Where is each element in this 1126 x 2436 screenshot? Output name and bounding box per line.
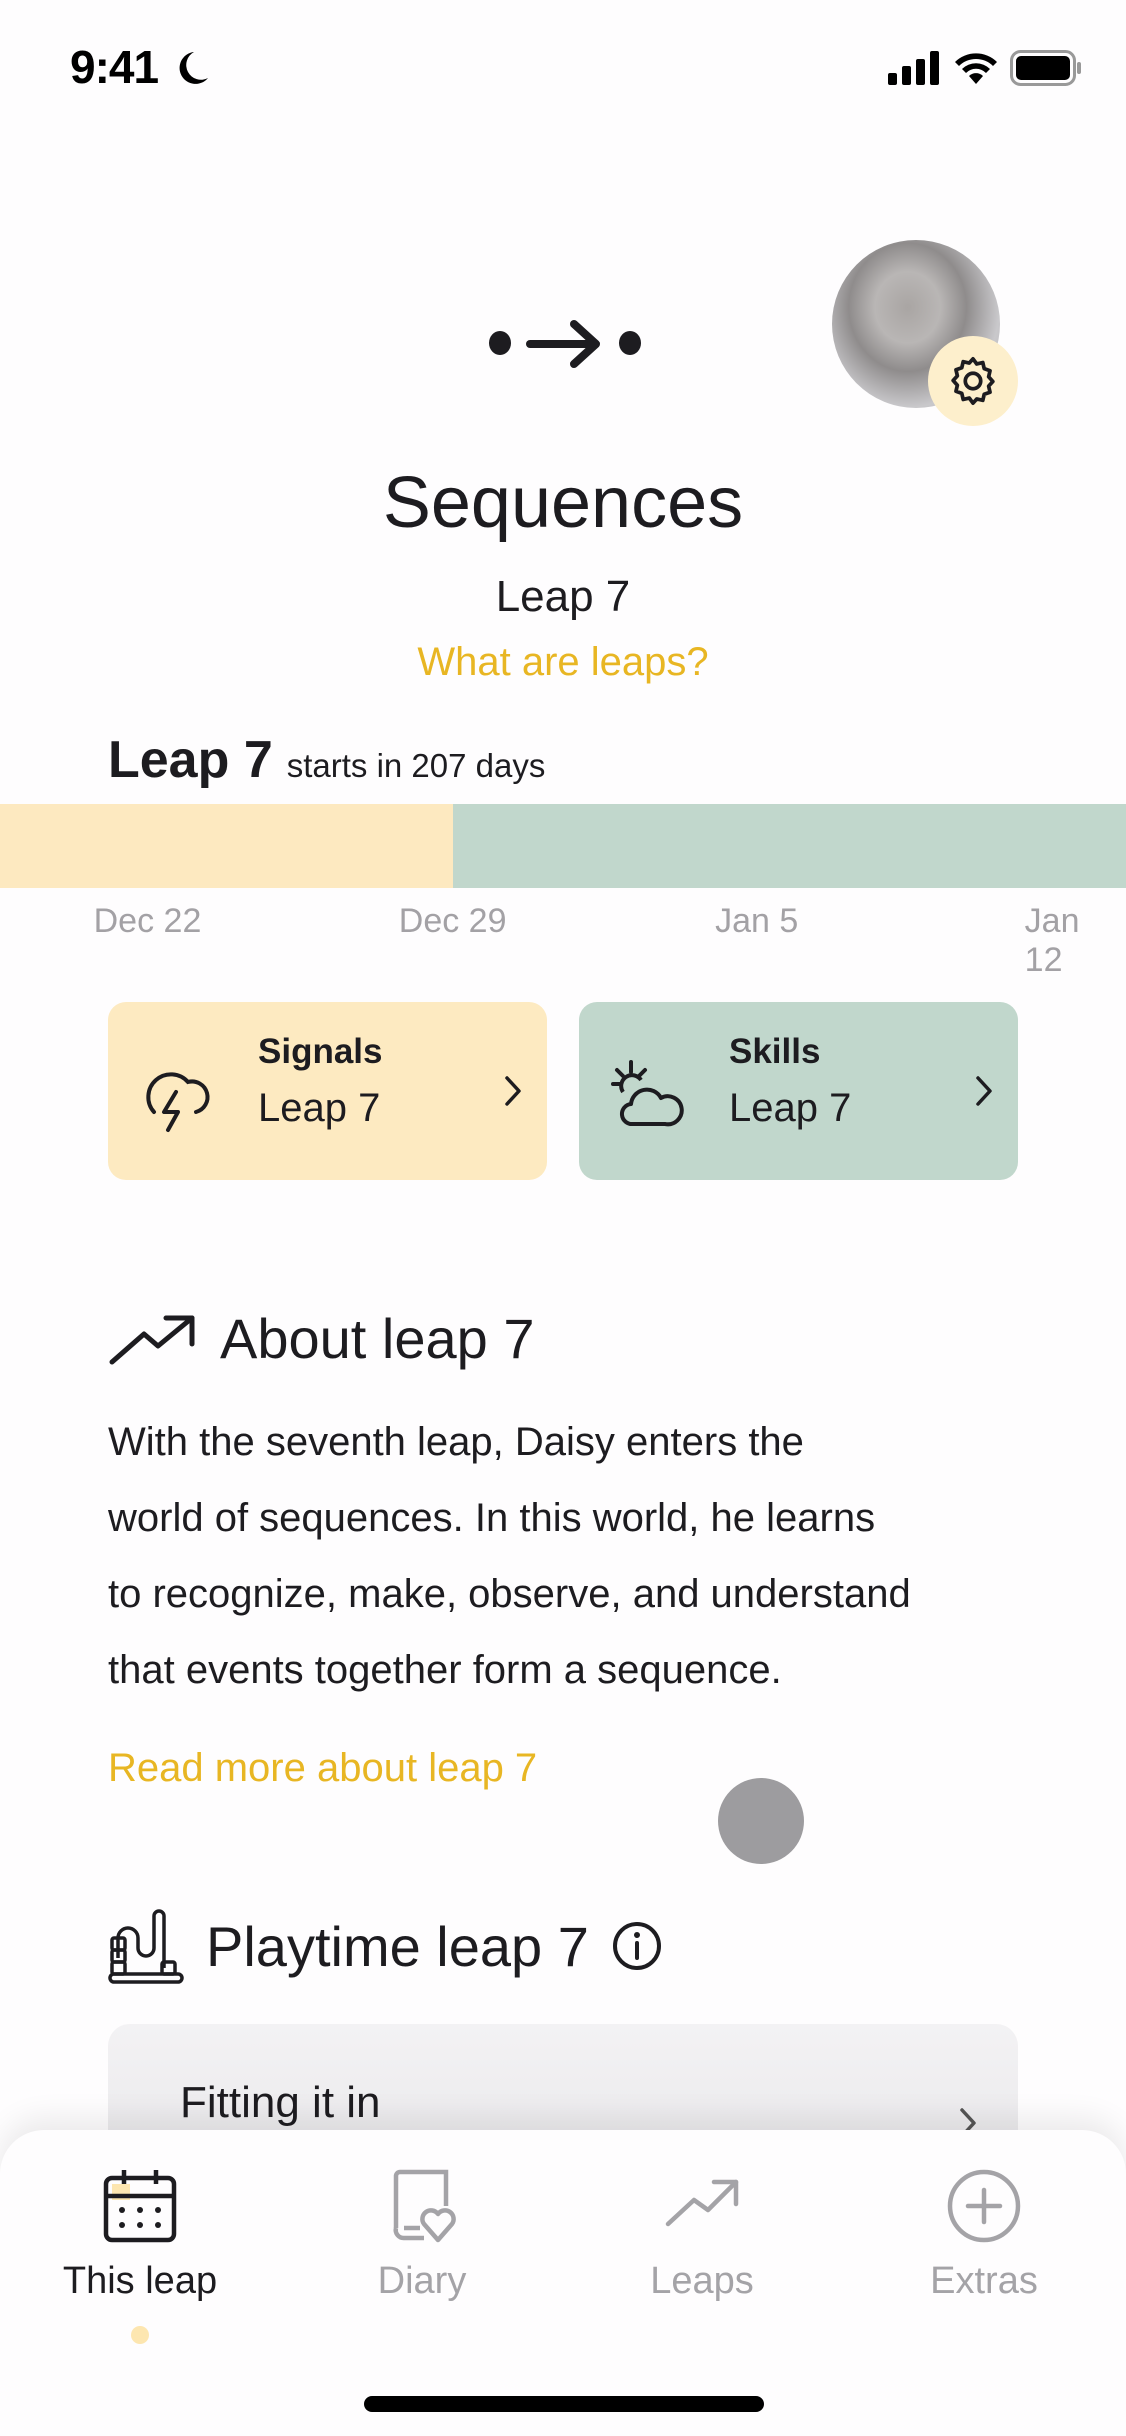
signals-card-label: Signals [258,1032,383,1071]
status-bar: 9:41 [0,0,1126,140]
bottom-tab-bar: This leap Diary Leaps Extras [0,2130,1126,2436]
tab-label: This leap [62,2260,218,2302]
tab-diary[interactable]: Diary [322,2130,522,2330]
playtime-section-header: Playtime leap 7 [108,1908,663,1984]
gear-icon [951,356,995,406]
sequence-arrow-icon [489,320,641,368]
tab-label: Leaps [650,2260,754,2302]
chevron-right-icon [505,1076,521,1106]
plus-circle-icon [947,2169,1021,2243]
tab-this-leap[interactable]: This leap [40,2130,240,2330]
touch-indicator [718,1778,804,1864]
countdown-starts-text: starts in 207 days [286,747,546,784]
trending-up-icon [109,1315,195,1364]
tab-extras[interactable]: Extras [884,2130,1084,2330]
diary-heart-icon [393,2169,456,2243]
timeline-segment-skills-phase [452,804,1126,888]
timeline-date-label: Dec 22 [93,902,202,940]
battery-icon [1010,50,1081,86]
about-section-header: About leap 7 [108,1306,534,1371]
about-title: About leap 7 [220,1307,535,1370]
timeline-segment-signals-phase [0,804,453,888]
timeline-date-label: Jan 12 [1024,902,1080,979]
playtime-title: Playtime leap 7 [206,1914,589,1978]
timeline-date-label: Jan 5 [715,902,799,940]
active-tab-indicator [131,2326,149,2344]
tab-label: Diary [377,2260,467,2302]
timeline-date-label: Dec 29 [398,902,507,940]
page-title: Sequences [382,463,744,543]
leap-timeline [0,804,1126,888]
what-are-leaps-link[interactable]: What are leaps? [0,640,1126,685]
trending-up-icon [665,2179,739,2227]
cellular-signal-icon [888,51,939,85]
calendar-icon [103,2170,177,2243]
countdown-leap-label: Leap 7 [108,731,273,789]
avatar-button[interactable] [832,240,1022,430]
moon-icon [179,52,208,84]
home-indicator[interactable] [364,2396,764,2412]
signals-card[interactable]: Signals Leap 7 [108,1002,547,1180]
status-time: 9:41 [70,41,159,93]
tab-label: Extras [930,2260,1038,2302]
chevron-right-icon [976,1076,992,1106]
skills-card-value: Leap 7 [729,1086,852,1130]
read-more-link[interactable]: Read more about leap 7 [108,1746,537,1791]
timeline-date-labels: Dec 22 Dec 29 Jan 5 Jan 12 [0,902,1126,979]
sun-cloud-icon [611,1060,684,1127]
settings-button[interactable] [928,336,1018,426]
playtime-item-title: Fitting it in [180,2078,381,2127]
bead-maze-icon [108,1909,184,1984]
phase-cards: Signals Leap 7 Skills Leap 7 [108,1002,1018,1180]
about-description: With the seventh leap, Daisy enters the … [108,1420,911,1692]
skills-card-label: Skills [729,1032,821,1071]
page-subtitle: Leap 7 [495,572,631,621]
info-icon[interactable] [611,1920,663,1972]
leap-countdown: Leap 7 starts in 207 days [108,730,545,790]
signals-card-value: Leap 7 [258,1086,381,1130]
cloud-lightning-icon [146,1072,210,1132]
wifi-icon [955,53,997,84]
tab-leaps[interactable]: Leaps [602,2130,802,2330]
skills-card[interactable]: Skills Leap 7 [579,1002,1018,1180]
